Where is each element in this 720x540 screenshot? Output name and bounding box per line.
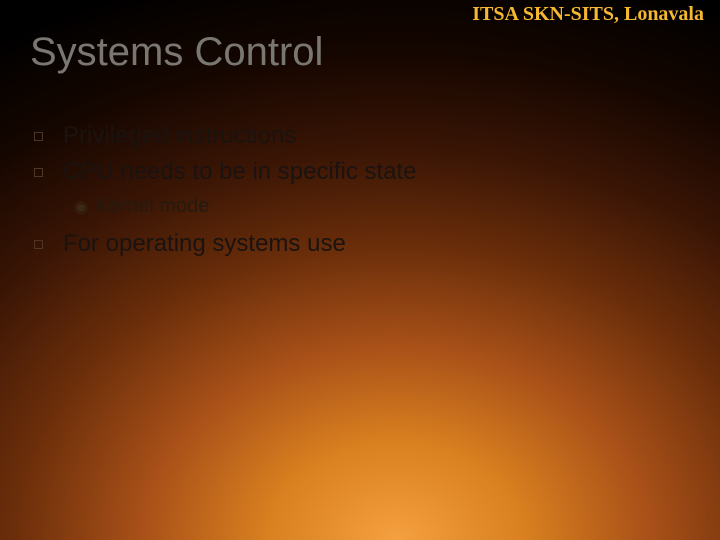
org-header-label: ITSA SKN-SITS, Lonavala bbox=[472, 3, 704, 26]
sub-bullet-text: Kernel mode bbox=[96, 195, 209, 218]
slide-content: Privileged instructions CPU needs to be … bbox=[34, 120, 700, 264]
bullet-item: Privileged instructions bbox=[34, 120, 700, 152]
sub-bullet-item: ◉ Kernel mode bbox=[74, 195, 700, 218]
square-bullet-icon bbox=[34, 132, 43, 141]
bullet-item: For operating systems use bbox=[34, 228, 700, 260]
slide-title: Systems Control bbox=[30, 30, 323, 75]
bullet-text: Privileged instructions bbox=[63, 120, 296, 152]
square-bullet-icon bbox=[34, 168, 43, 177]
circle-bullet-icon: ◉ bbox=[74, 197, 88, 217]
bullet-text: For operating systems use bbox=[63, 228, 346, 260]
bullet-text: CPU needs to be in specific state bbox=[63, 156, 417, 188]
bullet-item: CPU needs to be in specific state bbox=[34, 156, 700, 188]
square-bullet-icon bbox=[34, 240, 43, 249]
